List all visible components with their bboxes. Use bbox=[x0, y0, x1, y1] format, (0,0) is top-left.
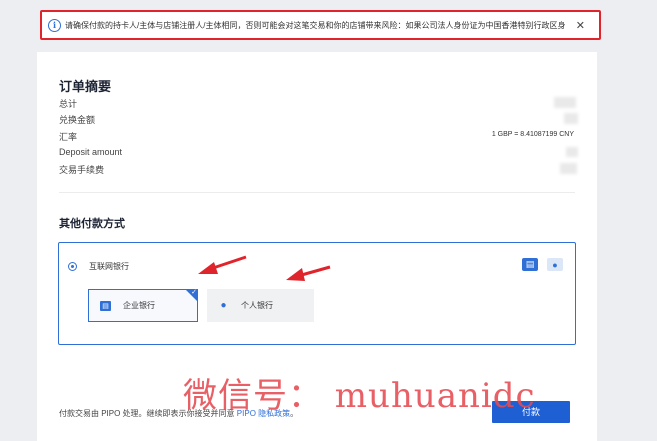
annotation-arrow bbox=[286, 265, 331, 281]
annotation-arrow bbox=[198, 255, 247, 274]
watermark: 微信号： muhuanidc bbox=[183, 376, 536, 416]
